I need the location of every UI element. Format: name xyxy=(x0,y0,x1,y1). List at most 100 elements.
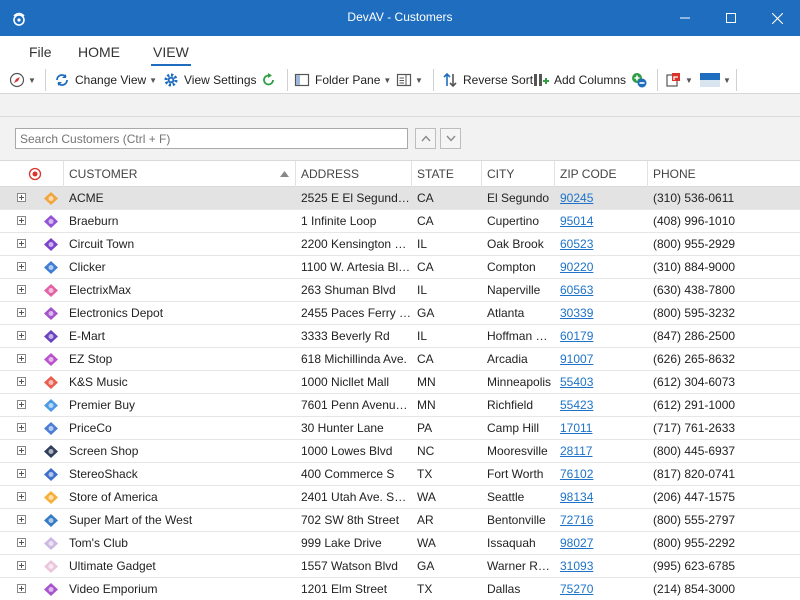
expand-row-icon[interactable] xyxy=(17,423,26,432)
cell-zip[interactable]: 98134 xyxy=(555,486,648,508)
column-header-customer[interactable]: CUSTOMER xyxy=(64,161,296,187)
expand-row-icon[interactable] xyxy=(17,584,26,593)
reset-view-button[interactable] xyxy=(262,70,276,90)
column-header-address[interactable]: ADDRESS xyxy=(296,161,412,187)
zip-link[interactable]: 98027 xyxy=(560,536,593,550)
expand-row-icon[interactable] xyxy=(17,400,26,409)
expand-row-icon[interactable] xyxy=(17,469,26,478)
search-input[interactable] xyxy=(16,129,407,148)
table-row[interactable]: PriceCo 30 Hunter Lane PA Camp Hill 17011 (71… xyxy=(0,417,800,440)
zip-link[interactable]: 60563 xyxy=(560,283,593,297)
table-row[interactable]: EZ Stop 618 Michillinda Ave. CA Arcadia 9100… xyxy=(0,348,800,371)
cell-zip[interactable]: 55423 xyxy=(555,394,648,416)
find-previous-button[interactable] xyxy=(415,128,436,149)
cell-zip[interactable]: 95014 xyxy=(555,210,648,232)
folder-pane-button[interactable]: Folder Pane ▼ xyxy=(294,70,391,90)
zip-link[interactable]: 72716 xyxy=(560,513,593,527)
navigation-button[interactable]: ▼ xyxy=(9,70,36,90)
table-row[interactable]: Super Mart of the West 702 SW 8th Street A… xyxy=(0,509,800,532)
expand-row-icon[interactable] xyxy=(17,354,26,363)
reading-pane-button[interactable]: ▼ xyxy=(396,70,423,90)
zip-link[interactable]: 75270 xyxy=(560,582,593,596)
zip-link[interactable]: 31093 xyxy=(560,559,593,573)
column-header-state[interactable]: STATE xyxy=(412,161,482,187)
maximize-button[interactable] xyxy=(708,0,754,36)
column-header-phone[interactable]: PHONE xyxy=(648,161,800,187)
minimize-button[interactable] xyxy=(662,0,708,36)
cell-zip[interactable]: 30339 xyxy=(555,302,648,324)
cell-zip[interactable]: 60523 xyxy=(555,233,648,255)
expand-row-icon[interactable] xyxy=(17,538,26,547)
cell-zip[interactable]: 17011 xyxy=(555,417,648,439)
add-columns-button[interactable]: Add Columns xyxy=(533,70,626,90)
change-view-button[interactable]: Change View ▼ xyxy=(54,70,157,90)
table-row[interactable]: Electronics Depot 2455 Paces Ferry Road N… xyxy=(0,302,800,325)
zip-link[interactable]: 55403 xyxy=(560,375,593,389)
expand-row-icon[interactable] xyxy=(17,216,26,225)
zip-link[interactable]: 98134 xyxy=(560,490,593,504)
table-row[interactable]: ElectrixMax 263 Shuman Blvd IL Naperville 60… xyxy=(0,279,800,302)
cell-zip[interactable]: 72716 xyxy=(555,509,648,531)
cell-zip[interactable]: 55403 xyxy=(555,371,648,393)
table-row[interactable]: Video Emporium 1201 Elm Street TX Dallas 752… xyxy=(0,578,800,600)
expand-row-icon[interactable] xyxy=(17,262,26,271)
menu-view[interactable]: VIEW xyxy=(151,44,191,66)
view-settings-button[interactable]: View Settings xyxy=(163,70,257,90)
zip-link[interactable]: 55423 xyxy=(560,398,593,412)
table-row[interactable]: Circuit Town 2200 Kensington Court IL Oak B… xyxy=(0,233,800,256)
menu-home[interactable]: HOME xyxy=(78,44,120,60)
table-row[interactable]: K&S Music 1000 Nicllet Mall MN Minneapolis 5… xyxy=(0,371,800,394)
cell-zip[interactable]: 90245 xyxy=(555,187,648,209)
find-next-button[interactable] xyxy=(440,128,461,149)
expand-row-icon[interactable] xyxy=(17,446,26,455)
expand-row-icon[interactable] xyxy=(17,561,26,570)
table-row[interactable]: Premier Buy 7601 Penn Avenue South MN Richf… xyxy=(0,394,800,417)
cell-zip[interactable]: 31093 xyxy=(555,555,648,577)
zip-link[interactable]: 90245 xyxy=(560,191,593,205)
zip-link[interactable]: 90220 xyxy=(560,260,593,274)
zip-link[interactable]: 60179 xyxy=(560,329,593,343)
expand-row-icon[interactable] xyxy=(17,492,26,501)
expand-row-icon[interactable] xyxy=(17,515,26,524)
table-row[interactable]: Braeburn 1 Infinite Loop CA Cupertino 95014 (… xyxy=(0,210,800,233)
menu-file[interactable]: File xyxy=(29,44,52,60)
table-row[interactable]: StereoShack 400 Commerce S TX Fort Worth 761… xyxy=(0,463,800,486)
cell-zip[interactable]: 91007 xyxy=(555,348,648,370)
expand-row-icon[interactable] xyxy=(17,239,26,248)
column-options-button[interactable] xyxy=(631,70,647,90)
table-row[interactable]: Tom's Club 999 Lake Drive WA Issaquah 98027 (… xyxy=(0,532,800,555)
table-row[interactable]: E-Mart 3333 Beverly Rd IL Hoffman Estates 60… xyxy=(0,325,800,348)
close-button[interactable] xyxy=(754,0,800,36)
cell-phone: (800) 955-2292 xyxy=(653,536,736,550)
expand-row-icon[interactable] xyxy=(17,377,26,386)
column-chooser[interactable] xyxy=(0,161,64,187)
table-row[interactable]: Screen Shop 1000 Lowes Blvd NC Mooresville 2… xyxy=(0,440,800,463)
zip-link[interactable]: 17011 xyxy=(560,421,592,435)
expand-row-icon[interactable] xyxy=(17,193,26,202)
zip-link[interactable]: 60523 xyxy=(560,237,593,251)
theme-button[interactable]: ▼ xyxy=(700,70,731,90)
table-row[interactable]: Store of America 2401 Utah Ave. South WA Se… xyxy=(0,486,800,509)
cell-zip[interactable]: 75270 xyxy=(555,578,648,600)
cell-zip[interactable]: 28117 xyxy=(555,440,648,462)
expand-row-icon[interactable] xyxy=(17,308,26,317)
zip-link[interactable]: 91007 xyxy=(560,352,593,366)
export-button[interactable]: ▼ xyxy=(666,70,693,90)
cell-zip[interactable]: 90220 xyxy=(555,256,648,278)
table-row[interactable]: ACME 2525 E El Segundo Blvd CA El Segundo 90… xyxy=(0,187,800,210)
cell-zip[interactable]: 60179 xyxy=(555,325,648,347)
column-header-zip[interactable]: ZIP CODE xyxy=(555,161,648,187)
expand-row-icon[interactable] xyxy=(17,285,26,294)
cell-zip[interactable]: 60563 xyxy=(555,279,648,301)
expand-row-icon[interactable] xyxy=(17,331,26,340)
zip-link[interactable]: 28117 xyxy=(560,444,592,458)
zip-link[interactable]: 76102 xyxy=(560,467,593,481)
zip-link[interactable]: 95014 xyxy=(560,214,593,228)
cell-zip[interactable]: 98027 xyxy=(555,532,648,554)
cell-zip[interactable]: 76102 xyxy=(555,463,648,485)
table-row[interactable]: Ultimate Gadget 1557 Watson Blvd GA Warner … xyxy=(0,555,800,578)
table-row[interactable]: Clicker 1100 W. Artesia Blvd. CA Compton 902… xyxy=(0,256,800,279)
reverse-sort-button[interactable]: Reverse Sort xyxy=(442,70,533,90)
zip-link[interactable]: 30339 xyxy=(560,306,593,320)
column-header-city[interactable]: CITY xyxy=(482,161,555,187)
